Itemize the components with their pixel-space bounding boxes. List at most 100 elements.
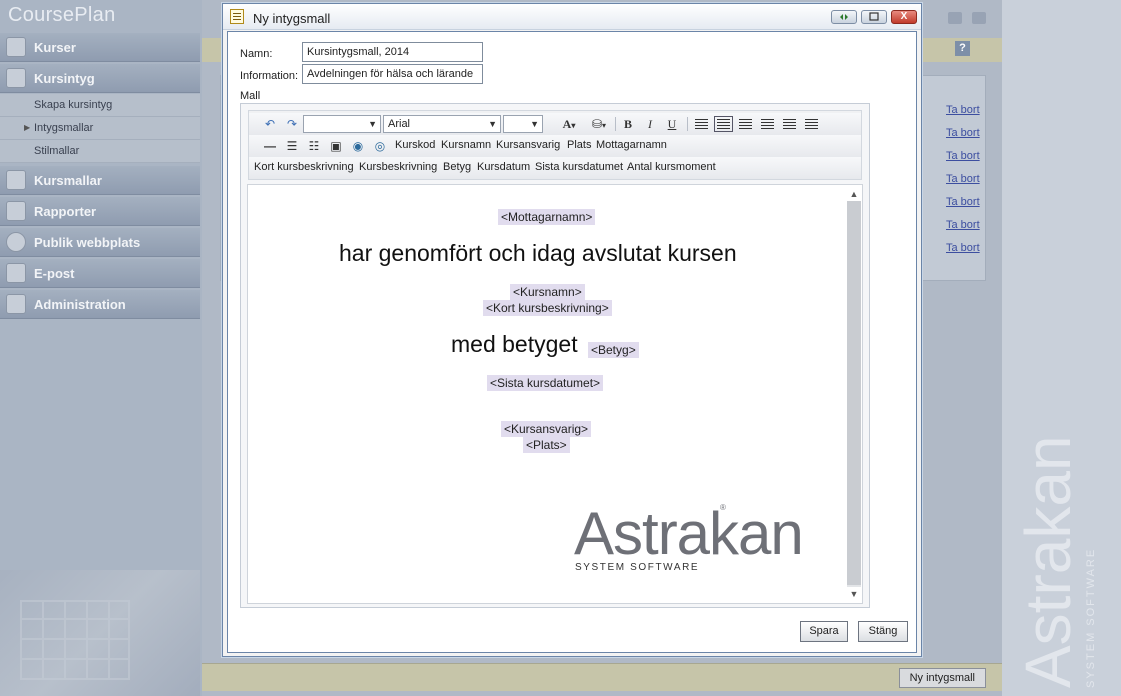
- information-label: Information:: [240, 70, 299, 82]
- subnav-label: Intygsmallar: [34, 122, 94, 134]
- italic-button[interactable]: I: [641, 116, 659, 132]
- subnav-label: Skapa kursintyg: [34, 99, 113, 111]
- highlight-color-button[interactable]: ⛁▾: [587, 116, 611, 132]
- sidebar-item-kursmallar[interactable]: Kursmallar: [0, 166, 200, 195]
- redo-icon[interactable]: ↷: [283, 116, 301, 132]
- sidebar-item-kurser[interactable]: Kurser: [0, 33, 200, 62]
- astrakan-logo: Astrakan ® SYSTEM SOFTWARE: [574, 500, 804, 573]
- toolbar-row-2: — ☰ ☷ ▣ ◉ ◎ Kurskod Kursnamn Kursansvari…: [249, 135, 861, 157]
- template-icon: [6, 170, 26, 190]
- restore-button[interactable]: [831, 10, 857, 24]
- delete-link[interactable]: Ta bort: [946, 242, 980, 254]
- astrakan-vertical-logo: Astrakan SYSTEM SOFTWARE: [1012, 435, 1097, 688]
- insert-field-kursdatum[interactable]: Kursdatum: [477, 161, 530, 173]
- insert-field-kursbeskrivning[interactable]: Kursbeskrivning: [359, 161, 437, 173]
- align-center-icon[interactable]: [714, 116, 733, 132]
- note-icon: [230, 9, 244, 24]
- sidebar-item-label: Publik webbplats: [34, 234, 141, 250]
- align-left-icon[interactable]: [695, 119, 708, 129]
- logo-subtext: SYSTEM SOFTWARE: [575, 562, 699, 573]
- close-button[interactable]: Stäng: [858, 621, 908, 642]
- sidebar-item-e-post[interactable]: E-post: [0, 259, 200, 288]
- chevron-right-icon: ▶: [24, 123, 31, 132]
- numbered-list-icon[interactable]: ☰: [283, 138, 301, 154]
- insert-field-kort-kursbeskrivning[interactable]: Kort kursbeskrivning: [254, 161, 354, 173]
- delete-link[interactable]: Ta bort: [946, 150, 980, 162]
- sidebar-item-kursintyg[interactable]: Kursintyg: [0, 64, 200, 93]
- bottom-bar: Ny intygsmall: [202, 663, 1002, 691]
- outdent-icon[interactable]: [783, 119, 796, 129]
- delete-link[interactable]: Ta bort: [946, 104, 980, 116]
- delete-link[interactable]: Ta bort: [946, 219, 980, 231]
- registered-mark: ®: [720, 503, 726, 512]
- subnav-skapa-kursintyg[interactable]: Skapa kursintyg: [0, 94, 200, 117]
- insert-field-mottagarnamn[interactable]: Mottagarnamn: [596, 139, 667, 151]
- undo-icon[interactable]: ↶: [261, 116, 279, 132]
- align-right-icon[interactable]: [739, 119, 752, 129]
- side-brand-text: Astrakan: [1012, 435, 1084, 688]
- font-color-button[interactable]: A▾: [557, 116, 581, 132]
- maximize-button[interactable]: [861, 10, 887, 24]
- sidebar-item-label: Rapporter: [34, 203, 97, 219]
- indent-icon[interactable]: [805, 119, 818, 129]
- insert-field-betyg[interactable]: Betyg: [443, 161, 471, 173]
- save-button[interactable]: Spara: [800, 621, 848, 642]
- new-template-button[interactable]: Ny intygsmall: [898, 668, 986, 688]
- restore-icon: [840, 14, 848, 20]
- scroll-up-icon[interactable]: ▲: [847, 187, 861, 201]
- sidebar-item-rapporter[interactable]: Rapporter: [0, 197, 200, 226]
- template-label: Mall: [240, 90, 261, 102]
- sidebar-item-publik-webbplats[interactable]: Publik webbplats: [0, 228, 200, 257]
- underline-button[interactable]: U: [663, 116, 681, 132]
- font-select[interactable]: Arial ▼: [383, 115, 501, 133]
- new-template-dialog: Ny intygsmall X Namn: Information: Mall …: [222, 3, 922, 657]
- subnav-intygsmallar[interactable]: ▶ Intygsmallar: [0, 117, 200, 140]
- scrollbar-thumb[interactable]: [847, 201, 861, 585]
- insert-field-kursansvarig[interactable]: Kursansvarig: [496, 139, 560, 151]
- insert-field-plats[interactable]: Plats: [567, 139, 591, 151]
- information-input[interactable]: [302, 64, 483, 84]
- sidebar-item-label: Kursintyg: [34, 70, 95, 86]
- help-icon[interactable]: ?: [955, 41, 970, 56]
- chevron-down-icon: ▼: [368, 119, 377, 129]
- delete-link[interactable]: Ta bort: [946, 173, 980, 185]
- app-brand: CoursePlan: [8, 4, 116, 26]
- horizontal-rule-icon[interactable]: —: [261, 138, 279, 154]
- placeholder-kursnamn: <Kursnamn>: [510, 284, 585, 300]
- chat-icon[interactable]: [948, 12, 962, 24]
- chart-icon: [6, 201, 26, 221]
- font-size-select[interactable]: ▼: [503, 115, 543, 133]
- toolbar-row-1: ↶ ↷ ▼ Arial ▼ ▼ A▾ ⛁▾ B I U: [249, 113, 861, 135]
- scroll-down-icon[interactable]: ▼: [847, 587, 861, 601]
- insert-field-antal-kursmoment[interactable]: Antal kursmoment: [627, 161, 716, 173]
- close-window-button[interactable]: X: [891, 10, 917, 24]
- chevron-down-icon: ▼: [488, 119, 497, 129]
- insert-field-kurskod[interactable]: Kurskod: [395, 139, 435, 151]
- dialog-titlebar[interactable]: Ny intygsmall X: [223, 4, 921, 30]
- book-icon: [6, 37, 26, 57]
- delete-link[interactable]: Ta bort: [946, 127, 980, 139]
- sidebar-item-administration[interactable]: Administration: [0, 290, 200, 319]
- insert-field-kursnamn[interactable]: Kursnamn: [441, 139, 491, 151]
- bold-button[interactable]: B: [619, 116, 637, 132]
- image-icon[interactable]: ▣: [327, 138, 345, 154]
- delete-link[interactable]: Ta bort: [946, 196, 980, 208]
- format-select[interactable]: ▼: [303, 115, 381, 133]
- logout-icon[interactable]: [972, 12, 986, 24]
- align-justify-icon[interactable]: [761, 119, 774, 129]
- bullet-list-icon[interactable]: ☷: [305, 138, 323, 154]
- sidebar: CoursePlan Kurser Kursintyg Skapa kursin…: [0, 0, 202, 696]
- document-line-2: med betyget: [451, 331, 578, 357]
- certificate-icon: [6, 68, 26, 88]
- name-input[interactable]: [302, 42, 483, 62]
- unlink-icon[interactable]: ◎: [371, 138, 389, 154]
- link-icon[interactable]: ◉: [349, 138, 367, 154]
- gear-icon: [6, 294, 26, 314]
- paint-bucket-icon: ⛁: [591, 117, 603, 131]
- sidebar-item-label: Kursmallar: [34, 172, 102, 188]
- subnav-stilmallar[interactable]: Stilmallar: [0, 140, 200, 163]
- insert-field-sista-kursdatumet[interactable]: Sista kursdatumet: [535, 161, 623, 173]
- editor-content-area[interactable]: <Mottagarnamn> har genomfört och idag av…: [247, 184, 863, 604]
- editor-toolbar: ↶ ↷ ▼ Arial ▼ ▼ A▾ ⛁▾ B I U — ☰ ☷ ▣ ◉ ◎ …: [248, 110, 862, 180]
- placeholder-kort-kursbeskrivning: <Kort kursbeskrivning>: [483, 300, 612, 316]
